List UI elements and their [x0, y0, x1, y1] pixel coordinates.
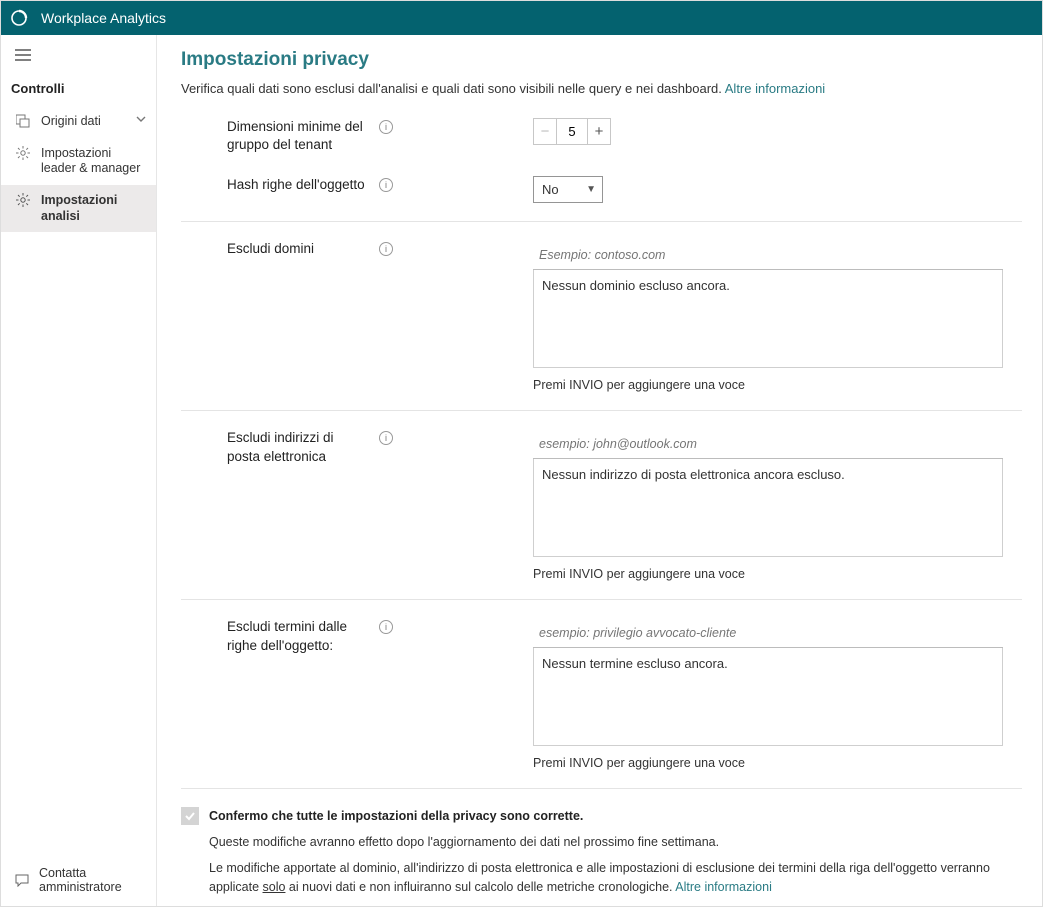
exclude-domains-label: Escludi domini [227, 240, 367, 258]
exclude-terms-list: Nessun termine escluso ancora. [533, 648, 1003, 746]
app-title: Workplace Analytics [41, 10, 166, 26]
sidebar-item-label: Origini dati [41, 114, 126, 130]
exclude-emails-label: Escludi indirizzi di posta elettronica [227, 429, 367, 465]
hamburger-button[interactable] [1, 35, 156, 75]
sidebar: Controlli Origini dati Impostazioni lead… [1, 35, 157, 906]
sidebar-item-data-sources[interactable]: Origini dati [1, 106, 156, 138]
more-info-link[interactable]: Altre informazioni [725, 81, 825, 96]
stepper-decrement[interactable]: − [533, 118, 557, 145]
group-size-stepper: − + [533, 118, 611, 145]
info-icon[interactable]: i [379, 431, 393, 445]
exclude-emails-hint: Premi INVIO per aggiungere una voce [533, 567, 1022, 581]
exclude-terms-input[interactable] [533, 618, 1003, 648]
exclude-domains-list: Nessun dominio escluso ancora. [533, 270, 1003, 368]
app-logo-icon [9, 8, 29, 28]
confirm-checkbox[interactable] [181, 807, 199, 825]
divider [181, 788, 1022, 789]
exclude-emails-list: Nessun indirizzo di posta elettronica an… [533, 459, 1003, 557]
hash-subject-select[interactable]: No ▼ [533, 176, 603, 203]
sidebar-item-analysis-settings[interactable]: Impostazioni analisi [1, 185, 156, 232]
sidebar-section-title: Controlli [1, 75, 156, 106]
exclude-terms-hint: Premi INVIO per aggiungere una voce [533, 756, 1022, 770]
info-icon[interactable]: i [379, 178, 393, 192]
info-icon[interactable]: i [379, 620, 393, 634]
hash-subject-label: Hash righe dell'oggetto [227, 176, 367, 194]
confirm-paragraph: Le modifiche apportate al dominio, all'i… [209, 859, 1022, 897]
group-size-input[interactable] [557, 118, 587, 145]
info-icon[interactable]: i [379, 242, 393, 256]
sidebar-item-label: Impostazioni analisi [41, 193, 146, 224]
contact-admin-link[interactable]: Contatta amministratore [1, 856, 156, 906]
divider [181, 221, 1022, 222]
exclude-domains-hint: Premi INVIO per aggiungere una voce [533, 378, 1022, 392]
exclude-emails-input[interactable] [533, 429, 1003, 459]
gear-icon [15, 193, 31, 207]
confirm-subtext: Queste modifiche avranno effetto dopo l'… [209, 835, 1022, 849]
group-size-label: Dimensioni minime del gruppo del tenant [227, 118, 367, 154]
page-title: Impostazioni privacy [181, 49, 1022, 71]
info-icon[interactable]: i [379, 120, 393, 134]
app-header: Workplace Analytics [1, 1, 1042, 35]
sidebar-item-leader-manager[interactable]: Impostazioni leader & manager [1, 138, 156, 185]
gear-icon [15, 146, 31, 160]
sidebar-item-label: Impostazioni leader & manager [41, 146, 146, 177]
divider [181, 410, 1022, 411]
contact-admin-label: Contatta amministratore [39, 866, 146, 894]
exclude-domains-input[interactable] [533, 240, 1003, 270]
page-description: Verifica quali dati sono esclusi dall'an… [181, 81, 1022, 96]
more-info-link[interactable]: Altre informazioni [675, 880, 772, 894]
stepper-increment[interactable]: + [587, 118, 611, 145]
confirm-label: Confermo che tutte le impostazioni della… [209, 809, 583, 823]
only-word: solo [263, 880, 286, 894]
chevron-down-icon [136, 114, 146, 124]
select-value: No [542, 182, 559, 197]
chevron-down-icon: ▼ [586, 184, 596, 195]
divider [181, 599, 1022, 600]
data-sources-icon [15, 114, 31, 128]
exclude-terms-label: Escludi termini dalle righe dell'oggetto… [227, 618, 367, 654]
chat-icon [15, 873, 29, 887]
main-content: Impostazioni privacy Verifica quali dati… [157, 35, 1042, 906]
